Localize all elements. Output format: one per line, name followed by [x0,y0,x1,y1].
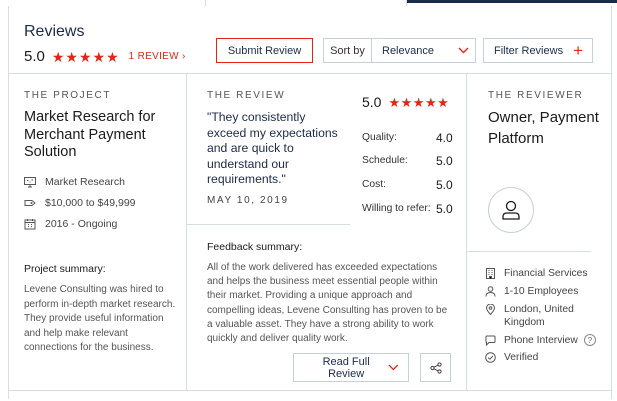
column-divider [186,74,187,390]
filter-reviews-label: Filter Reviews [494,44,564,57]
schedule-label: Schedule: [362,155,408,166]
quality-label: Quality: [362,132,397,143]
share-icon [429,361,442,374]
star-icon: ★ [92,48,106,65]
read-full-review-button[interactable]: Read Full Review [293,353,409,382]
reviewer-interview: Phone Interview ? [485,334,596,347]
sort-label: Sort by [324,39,372,62]
project-service-text: Market Research [45,176,125,188]
chevron-down-icon [458,47,469,54]
divider [187,224,350,225]
reviewer-verified-text: Verified [504,352,539,363]
reviewer-industry: Financial Services [485,267,588,280]
schedule-value: 5.0 [436,154,453,168]
reviewer-industry-text: Financial Services [504,268,588,279]
location-pin-icon [485,304,496,315]
star-icon: ★ [424,94,437,110]
sort-value: Relevance [382,44,434,57]
review-quote: "They consistently exceed my expectation… [207,110,338,186]
divider [8,390,612,391]
overall-stars: ★ ★ ★ ★ ★ [52,50,120,64]
column-divider [466,74,467,390]
review-count-link[interactable]: 1 REVIEW › [129,51,186,62]
sort-dropdown[interactable]: Sort by Relevance [323,38,476,63]
willing-to-refer-value: 5.0 [436,202,453,216]
star-icon: ★ [65,48,78,65]
project-title: Market Research for Merchant Payment Sol… [24,109,156,160]
chat-bubble-icon [485,335,496,346]
willing-to-refer-label: Willing to refer: [362,203,431,214]
project-budget-text: $10,000 to $49,999 [45,197,136,209]
divider [8,73,612,74]
submit-review-button[interactable]: Submit Review [216,38,313,63]
info-icon[interactable]: ? [583,334,596,346]
chevron-down-icon [388,364,399,371]
monitor-icon [24,177,36,188]
review-overall-value: 5.0 [362,94,382,110]
feedback-summary: All of the work delivered has exceeded e… [207,262,448,345]
cost-value: 5.0 [436,178,453,192]
price-tag-icon [24,200,36,206]
project-heading: THE PROJECT [24,90,112,101]
reviewer-location-text: London, United Kingdom [504,304,574,328]
project-dates: 2016 - Ongoing [24,218,117,230]
divider [467,251,591,252]
building-icon [486,268,495,279]
avatar [488,187,534,233]
reviewer-interview-text: Phone Interview [504,335,578,346]
project-summary-heading: Project summary: [24,263,106,275]
calendar-icon [24,219,36,230]
check-badge-icon [485,352,496,363]
sort-select[interactable]: Relevance [372,45,475,57]
top-bar-accent [407,0,617,3]
plus-icon: + [573,41,583,60]
star-icon: ★ [437,94,449,110]
star-icon: ★ [388,94,401,110]
overall-rating-value: 5.0 [24,48,45,65]
share-button[interactable] [420,353,451,382]
user-icon [502,200,520,220]
project-budget: $10,000 to $49,999 [24,197,136,209]
review-overall-rating: 5.0 ★ ★ ★ ★ ★ [362,94,449,110]
review-date: MAY 10, 2019 [207,195,289,206]
review-heading: THE REVIEW [207,90,286,101]
person-icon [485,286,496,297]
quality-value: 4.0 [436,131,453,145]
star-icon: ★ [78,48,92,65]
reviewer-heading: THE REVIEWER [488,90,584,101]
reviews-title: Reviews [24,23,85,40]
star-icon: ★ [51,48,65,65]
reviewer-location: London, United Kingdom [485,303,595,329]
reviewer-verified: Verified [485,351,538,364]
reviewer-title: Owner, Payment Platform [488,109,599,147]
cost-label: Cost: [362,179,387,190]
star-icon: ★ [106,48,119,65]
feedback-summary-heading: Feedback summary: [207,241,303,253]
overall-rating: 5.0 ★ ★ ★ ★ ★ 1 REVIEW › [24,48,186,65]
filter-reviews-button[interactable]: Filter Reviews + [483,38,593,63]
project-dates-text: 2016 - Ongoing [45,218,118,230]
star-icon: ★ [400,94,413,110]
project-service: Market Research [24,176,125,188]
star-icon: ★ [412,94,425,110]
read-full-review-label: Read Full Review [322,355,370,380]
reviewer-employees-text: 1-10 Employees [504,286,579,297]
reviewer-employees: 1-10 Employees [485,285,578,298]
project-summary: Levene Consulting was hired to perform i… [24,284,176,353]
